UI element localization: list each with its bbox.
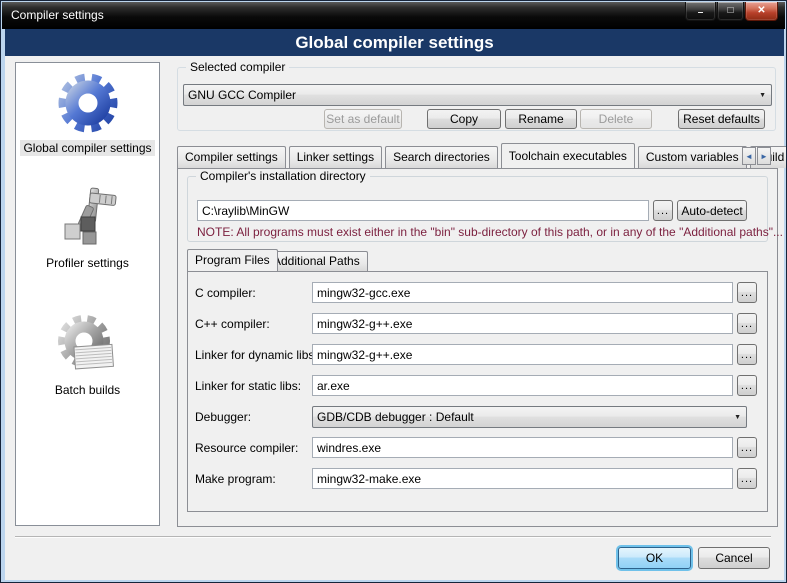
- compiler-settings-dialog: Compiler settings – □ ✕ Global compiler …: [0, 0, 787, 583]
- tab-scroll-right-button[interactable]: ►: [757, 147, 771, 165]
- page-title: Global compiler settings: [5, 29, 784, 56]
- tab-search-directories[interactable]: Search directories: [385, 146, 498, 168]
- field-label: C compiler:: [195, 286, 312, 300]
- minimize-icon: –: [698, 8, 704, 18]
- linker-static-input[interactable]: [312, 375, 733, 396]
- sidebar-item-profiler-settings[interactable]: Profiler settings: [43, 186, 132, 271]
- tab-toolchain-executables[interactable]: Toolchain executables: [501, 143, 635, 168]
- field-label: Linker for static libs:: [195, 379, 312, 393]
- cpp-compiler-input[interactable]: [312, 313, 733, 334]
- selected-compiler-group-label: Selected compiler: [186, 60, 289, 74]
- reset-defaults-button[interactable]: Reset defaults: [678, 109, 765, 129]
- copy-button[interactable]: Copy: [427, 109, 501, 129]
- close-icon: ✕: [757, 6, 765, 16]
- field-label: Linker for dynamic libs:: [195, 348, 312, 362]
- ok-button[interactable]: OK: [618, 547, 691, 569]
- make-program-input[interactable]: [312, 468, 733, 489]
- window-title: Compiler settings: [11, 8, 104, 22]
- field-row-resource-compiler: Resource compiler: ...: [195, 437, 767, 458]
- field-row-debugger: Debugger: GDB/CDB debugger : Default ▼: [195, 406, 767, 427]
- field-row-c-compiler: C compiler: ...: [195, 282, 767, 303]
- field-row-make-program: Make program: ...: [195, 468, 767, 489]
- browse-make-program-button[interactable]: ...: [737, 468, 757, 489]
- sidebar-item-label: Batch builds: [52, 382, 123, 398]
- sidebar-item-global-compiler-settings[interactable]: Global compiler settings: [20, 71, 154, 156]
- sidebar-item-batch-builds[interactable]: Batch builds: [52, 313, 123, 398]
- dropdown-arrow-icon: ▼: [730, 413, 742, 421]
- rename-button[interactable]: Rename: [505, 109, 577, 129]
- footer-separator: [15, 536, 771, 538]
- debugger-select-value: GDB/CDB debugger : Default: [317, 410, 730, 424]
- linker-dynamic-input[interactable]: [312, 344, 733, 365]
- subtab-additional-paths[interactable]: Additional Paths: [265, 251, 368, 271]
- batch-builds-icon: [56, 313, 120, 377]
- bin-subdirectory-note: NOTE: All programs must exist either in …: [197, 225, 783, 239]
- field-label: Resource compiler:: [195, 441, 312, 455]
- selected-compiler-group: Selected compiler GNU GCC Compiler ▼ Set…: [177, 67, 776, 131]
- window-controls: – □ ✕: [684, 2, 778, 21]
- sidebar-item-label: Profiler settings: [43, 255, 132, 271]
- dropdown-arrow-icon: ▼: [755, 91, 767, 99]
- title-bar: Compiler settings – □ ✕: [2, 2, 785, 29]
- field-label: Make program:: [195, 472, 312, 486]
- set-as-default-button[interactable]: Set as default: [324, 109, 402, 129]
- browse-directory-button[interactable]: ...: [653, 200, 673, 221]
- maximize-icon: □: [727, 6, 733, 16]
- installation-directory-input[interactable]: [197, 200, 649, 221]
- caliper-icon: [55, 186, 119, 250]
- cancel-button[interactable]: Cancel: [698, 547, 770, 569]
- field-label: Debugger:: [195, 410, 312, 424]
- installation-directory-group: Compiler's installation directory ... Au…: [187, 176, 768, 242]
- sidebar-item-label: Global compiler settings: [20, 140, 154, 156]
- maximize-button[interactable]: □: [717, 2, 744, 21]
- tab-scroll-left-button[interactable]: ◄: [742, 147, 756, 165]
- field-row-linker-static: Linker for static libs: ...: [195, 375, 767, 396]
- dialog-body: Global compiler settings: [5, 56, 784, 580]
- field-label: C++ compiler:: [195, 317, 312, 331]
- resource-compiler-input[interactable]: [312, 437, 733, 458]
- auto-detect-button[interactable]: Auto-detect: [677, 200, 747, 221]
- toolchain-executables-panel: Compiler's installation directory ... Au…: [177, 168, 778, 527]
- tab-scroll-left-icon: ◄: [745, 152, 753, 161]
- c-compiler-input[interactable]: [312, 282, 733, 303]
- subtab-program-files[interactable]: Program Files: [187, 249, 278, 271]
- browse-resource-compiler-button[interactable]: ...: [737, 437, 757, 458]
- field-row-linker-dynamic: Linker for dynamic libs: ...: [195, 344, 767, 365]
- tab-linker-settings[interactable]: Linker settings: [289, 146, 382, 168]
- close-button[interactable]: ✕: [745, 2, 778, 21]
- delete-button[interactable]: Delete: [580, 109, 652, 129]
- compiler-select-value: GNU GCC Compiler: [188, 88, 755, 102]
- debugger-select[interactable]: GDB/CDB debugger : Default ▼: [312, 406, 747, 428]
- minimize-button[interactable]: –: [685, 2, 716, 21]
- installation-directory-group-label: Compiler's installation directory: [196, 169, 370, 183]
- tab-scroll-right-icon: ►: [760, 152, 768, 161]
- main-tab-strip: Compiler settings Linker settings Search…: [177, 143, 787, 168]
- settings-category-list: Global compiler settings: [15, 62, 160, 526]
- program-files-panel: C compiler: ... C++ compiler: ... Linker…: [187, 271, 768, 512]
- tab-custom-variables[interactable]: Custom variables: [638, 146, 747, 168]
- field-row-cpp-compiler: C++ compiler: ...: [195, 313, 767, 334]
- browse-linker-static-button[interactable]: ...: [737, 375, 757, 396]
- browse-linker-dynamic-button[interactable]: ...: [737, 344, 757, 365]
- compiler-select[interactable]: GNU GCC Compiler ▼: [183, 84, 772, 106]
- tab-scroll-buttons: ◄ ►: [742, 147, 771, 165]
- browse-c-compiler-button[interactable]: ...: [737, 282, 757, 303]
- gear-blue-icon: [56, 71, 120, 135]
- browse-cpp-compiler-button[interactable]: ...: [737, 313, 757, 334]
- tab-compiler-settings[interactable]: Compiler settings: [177, 146, 286, 168]
